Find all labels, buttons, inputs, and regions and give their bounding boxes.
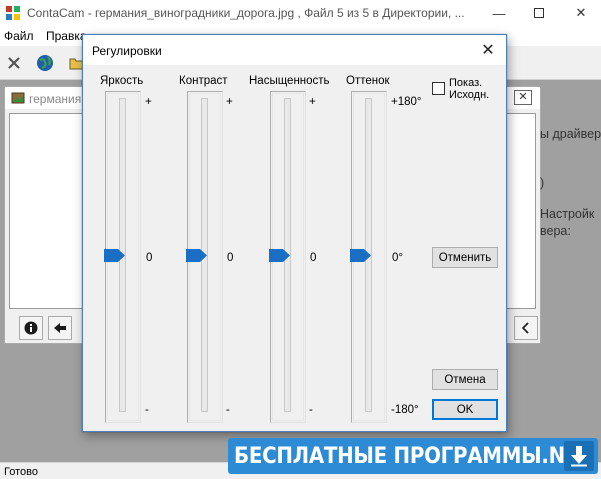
contrast-value: 0: [227, 252, 234, 264]
show-original-label-line2: Исходн.: [449, 89, 490, 101]
toolbar-close-button[interactable]: [2, 51, 26, 75]
brightness-min-label: -: [145, 404, 149, 416]
app-title: ContaCam - германия_виноградники_дорога.…: [27, 6, 465, 20]
hue-slider[interactable]: [350, 91, 387, 423]
hue-max-label: +180°: [391, 96, 422, 108]
hue-min-label: -180°: [391, 404, 419, 416]
brightness-label: Яркость: [100, 75, 144, 87]
adjustments-dialog: Регулировки ✕ Яркость Контраст Насыщенно…: [82, 34, 507, 432]
hue-slider-thumb[interactable]: [350, 248, 372, 262]
maximize-icon: [534, 8, 544, 18]
saturation-value: 0: [310, 252, 317, 264]
show-original-checkbox[interactable]: [432, 82, 445, 95]
brightness-slider[interactable]: [104, 91, 141, 423]
saturation-slider[interactable]: [269, 91, 306, 423]
close-button[interactable]: ✕: [561, 0, 601, 26]
image-window-icon: [11, 92, 25, 104]
show-original-label-line1: Показ.: [449, 77, 483, 89]
contrast-min-label: -: [226, 404, 230, 416]
contrast-slider[interactable]: [186, 91, 223, 423]
brightness-slider-thumb[interactable]: [104, 248, 126, 262]
next-button[interactable]: [514, 316, 538, 340]
app-icon: [6, 6, 20, 20]
minimize-icon: —: [492, 5, 506, 21]
hue-value: 0°: [392, 252, 403, 264]
maximize-button[interactable]: [519, 0, 559, 26]
dialog-titlebar: Регулировки ✕: [83, 35, 506, 65]
background-text-1: ы драйвер: [540, 127, 601, 141]
saturation-slider-thumb[interactable]: [269, 248, 291, 262]
minimize-button[interactable]: —: [479, 0, 519, 26]
background-text-3: Настройк: [540, 207, 595, 221]
info-button[interactable]: [19, 316, 43, 340]
download-arrow-icon: [564, 441, 594, 471]
app-titlebar: ContaCam - германия_виноградники_дорога.…: [0, 0, 601, 26]
close-icon: ✕: [481, 42, 495, 59]
image-window-close-button[interactable]: ✕: [514, 90, 532, 105]
status-text: Готово: [4, 466, 38, 478]
dialog-close-button[interactable]: ✕: [478, 40, 498, 60]
watermark-text: БЕСПЛАТНЫЕ ПРОГРАММЫ.NET: [234, 443, 592, 469]
background-text-4: вера:: [540, 224, 571, 238]
brightness-value: 0: [146, 252, 153, 264]
toolbar-globe-button[interactable]: [33, 51, 57, 75]
chevron-left-icon: [521, 322, 529, 334]
saturation-label: Насыщенность: [249, 75, 330, 87]
contrast-max-label: +: [226, 96, 233, 108]
undo-button[interactable]: Отменить: [432, 247, 498, 268]
previous-button[interactable]: [48, 316, 72, 340]
hue-label: Оттенок: [346, 75, 390, 87]
close-icon: ✕: [575, 5, 587, 20]
brightness-max-label: +: [145, 96, 152, 108]
cancel-button[interactable]: Отмена: [432, 369, 498, 390]
contrast-slider-thumb[interactable]: [186, 248, 208, 262]
image-window-title: германия: [29, 92, 82, 106]
dialog-title: Регулировки: [92, 44, 162, 58]
menu-file[interactable]: Файл: [4, 29, 34, 43]
background-text-2: ): [540, 176, 545, 190]
arrow-left-icon: [54, 323, 66, 333]
contrast-label: Контраст: [179, 75, 228, 87]
ok-button[interactable]: OK: [432, 399, 498, 420]
saturation-min-label: -: [309, 404, 313, 416]
menu-edit[interactable]: Правка: [46, 29, 87, 43]
saturation-max-label: +: [309, 96, 316, 108]
close-x-icon: [8, 57, 20, 69]
show-original-label[interactable]: Показ. Исходн.: [449, 77, 489, 101]
info-icon: [24, 321, 38, 335]
watermark-banner: БЕСПЛАТНЫЕ ПРОГРАММЫ.NET: [228, 438, 598, 474]
globe-icon: [37, 55, 53, 71]
